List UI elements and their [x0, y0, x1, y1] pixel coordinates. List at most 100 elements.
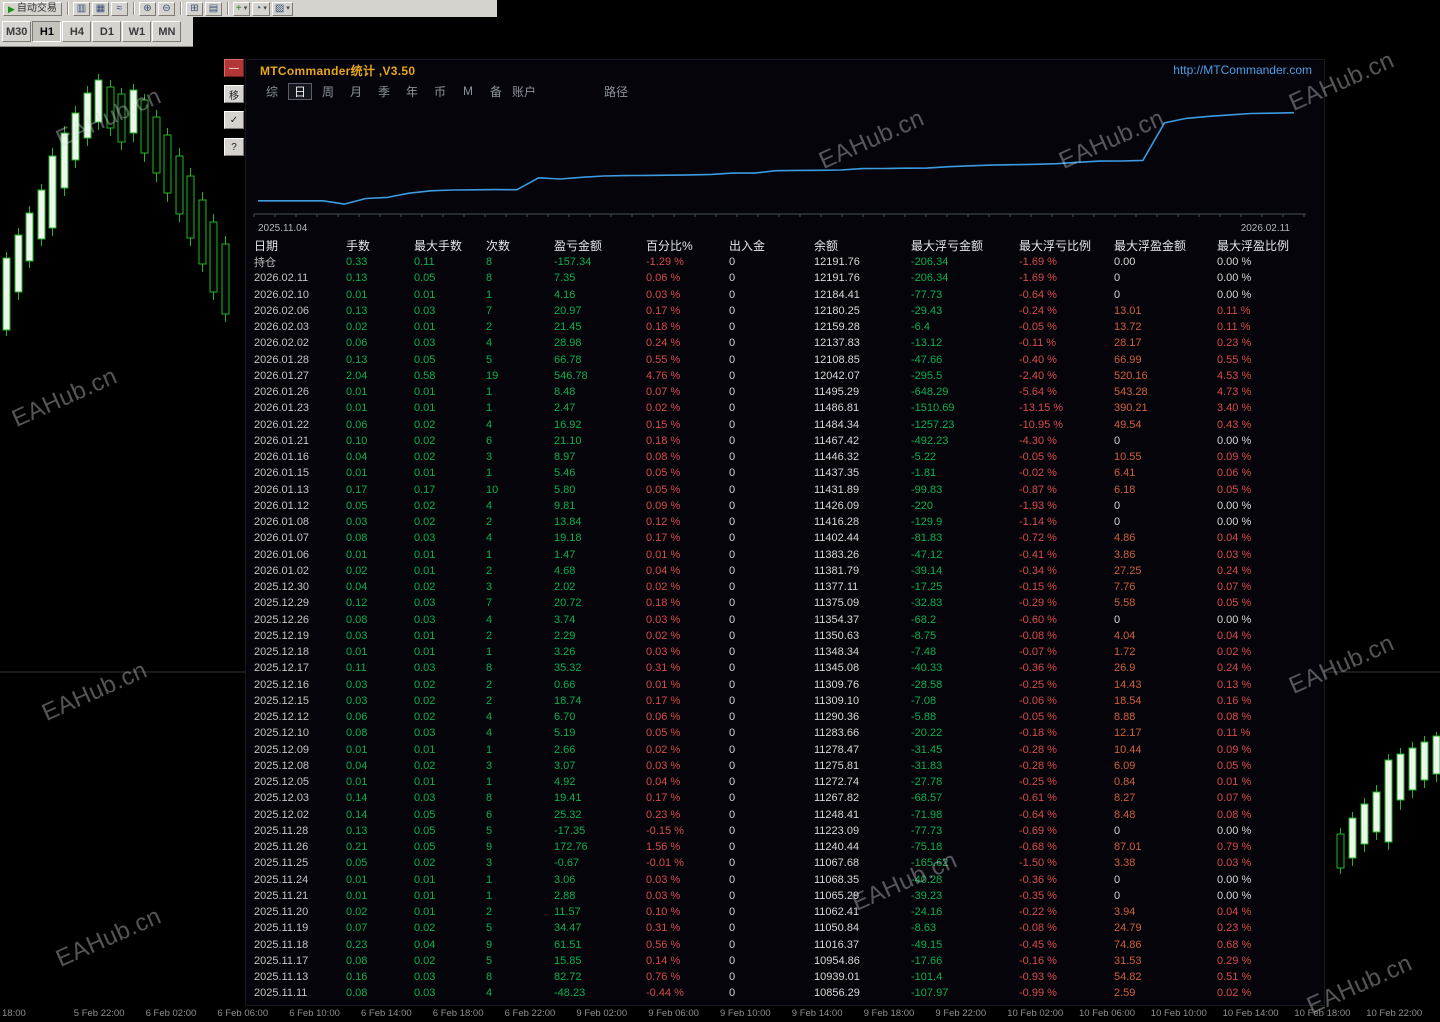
chevron-down-icon: ▾	[263, 4, 267, 12]
table-row[interactable]: 2025.12.17 0.11 0.03 8 35.32 0.31 % 0 11345.08 -…	[246, 660, 1324, 676]
table-row[interactable]: 2025.12.02 0.14 0.05 6 25.32 0.23 % 0 11248.41 -…	[246, 807, 1324, 823]
table-row[interactable]: 2026.01.27 2.04 0.58 19 546.78 4.76 % 0 12042.0…	[246, 368, 1324, 384]
zoom-out-icon[interactable]: ⊖	[157, 1, 175, 16]
tf-button-h4[interactable]: H4	[62, 21, 92, 42]
table-row[interactable]: 2026.02.02 0.06 0.03 4 28.98 0.24 % 0 12137.83 -…	[246, 335, 1324, 351]
panel-link[interactable]: http://MTCommander.com	[1173, 63, 1312, 77]
table-row[interactable]: 2025.11.21 0.01 0.01 1 2.88 0.03 % 0 11065.29 -3…	[246, 888, 1324, 904]
table-row[interactable]: 2025.12.15 0.03 0.02 2 18.74 0.17 % 0 11309.10 -…	[246, 693, 1324, 709]
table-cell: 0.03	[414, 987, 436, 1000]
table-cell: 0.00 %	[1217, 613, 1252, 626]
table-row[interactable]: 2026.01.26 0.01 0.01 1 8.48 0.07 % 0 11495.29 -6…	[246, 384, 1324, 400]
candlestick-icon[interactable]: ▦	[91, 1, 109, 16]
tab-币[interactable]: 币	[428, 83, 452, 100]
tf-button-w1[interactable]: W1	[122, 21, 152, 42]
table-row[interactable]: 2026.01.13 0.17 0.17 10 5.80 0.05 % 0 11431.89 -…	[246, 482, 1324, 498]
table-cell: 0.02	[414, 711, 436, 724]
tab-账户[interactable]: 账户	[512, 83, 536, 100]
table-row[interactable]: 2026.01.21 0.10 0.02 6 21.10 0.18 % 0 11467.42 -…	[246, 433, 1324, 449]
table-cell: 13.84	[554, 516, 582, 529]
table-row[interactable]: 2026.02.03 0.02 0.01 2 21.45 0.18 % 0 12159.28 -…	[246, 319, 1324, 335]
autotrading-button[interactable]: ▶ 自动交易	[3, 1, 62, 16]
table-cell: 2026.02.06	[254, 304, 310, 317]
table-row[interactable]: 2025.11.18 0.23 0.04 9 61.51 0.56 % 0 11016.37 -…	[246, 937, 1324, 953]
table-row[interactable]: 2026.01.08 0.03 0.02 2 13.84 0.12 % 0 11416.28 -…	[246, 514, 1324, 530]
zoom-in-icon[interactable]: ⊕	[138, 1, 156, 16]
table-row[interactable]: 2025.11.25 0.05 0.02 3 -0.67 -0.01 % 0 11067.68…	[246, 855, 1324, 871]
table-row[interactable]: 2026.01.28 0.13 0.05 5 66.78 0.55 % 0 12108.85 -…	[246, 352, 1324, 368]
tab-周[interactable]: 周	[316, 83, 340, 100]
tab-日[interactable]: 日	[288, 82, 312, 100]
table-row[interactable]: 2025.11.19 0.07 0.02 5 34.47 0.31 % 0 11050.84 -…	[246, 920, 1324, 936]
table-row[interactable]: 2025.12.16 0.03 0.02 2 0.66 0.01 % 0 11309.76 -2…	[246, 677, 1324, 693]
tab-M[interactable]: M	[456, 83, 480, 100]
tab-季[interactable]: 季	[372, 83, 396, 100]
template-icon[interactable]: ▨ ▾	[271, 1, 293, 16]
table-cell: 0.01	[414, 402, 436, 415]
table-cell: -77.73	[911, 288, 943, 301]
table-row[interactable]: 2026.01.22 0.06 0.02 4 16.92 0.15 % 0 11484.34 -…	[246, 417, 1324, 433]
table-row[interactable]: 2025.12.30 0.04 0.02 3 2.02 0.02 % 0 11377.11 -1…	[246, 579, 1324, 595]
tab-月[interactable]: 月	[344, 83, 368, 100]
tab-年[interactable]: 年	[400, 83, 424, 100]
periods-icon[interactable]: ◔ ▾	[252, 1, 270, 16]
tf-button-mn[interactable]: MN	[152, 21, 182, 42]
table-row[interactable]: 2025.11.28 0.13 0.05 5 -17.35 -0.15 % 0 11223.0…	[246, 823, 1324, 839]
table-row[interactable]: 2026.01.02 0.02 0.01 2 4.68 0.04 % 0 11381.79 -3…	[246, 563, 1324, 579]
table-row[interactable]: 2025.11.17 0.08 0.02 5 15.85 0.14 % 0 10954.86 -…	[246, 953, 1324, 969]
table-row[interactable]: 2025.12.09 0.01 0.01 1 2.66 0.02 % 0 11278.47 -3…	[246, 742, 1324, 758]
table-cell: 4.68	[554, 564, 576, 577]
table-row[interactable]: 2026.02.10 0.01 0.01 1 4.16 0.03 % 0 12184.41 -7…	[246, 287, 1324, 303]
table-cell: 8.27	[1114, 792, 1136, 805]
table-row[interactable]: 2025.11.20 0.02 0.01 2 11.57 0.10 % 0 11062.41 -…	[246, 904, 1324, 920]
table-cell: -13.15 %	[1019, 402, 1064, 415]
time-axis-label: 6 Feb 10:00	[289, 1008, 340, 1019]
tab-path[interactable]: 路径	[598, 83, 634, 100]
new-order-icon[interactable]: + ▾	[232, 1, 251, 16]
tf-button-m30[interactable]: M30	[2, 21, 32, 42]
table-row[interactable]: 2026.02.06 0.13 0.03 7 20.97 0.17 % 0 12180.25 -…	[246, 303, 1324, 319]
line-chart-icon[interactable]: ≈	[110, 1, 128, 16]
table-row[interactable]: 2025.11.13 0.16 0.03 8 82.72 0.76 % 0 10939.01 -…	[246, 969, 1324, 985]
table-row[interactable]: 2025.11.11 0.08 0.03 4 -48.23 -0.44 % 0 10856.2…	[246, 985, 1324, 1001]
table-row[interactable]: 2026.01.23 0.01 0.01 1 2.47 0.02 % 0 11486.81 -1…	[246, 400, 1324, 416]
table-row[interactable]: 持仓 0.33 0.11 8 -157.34 -1.29 % 0 12191.76 -206.3…	[246, 254, 1324, 270]
table-row[interactable]: 2025.12.18 0.01 0.01 1 3.26 0.03 % 0 11348.34 -7…	[246, 644, 1324, 660]
table-row[interactable]: 2025.12.08 0.04 0.02 3 3.07 0.03 % 0 11275.81 -3…	[246, 758, 1324, 774]
tab-综[interactable]: 综	[260, 83, 284, 100]
tile-windows-icon[interactable]: ⊞	[185, 1, 203, 16]
tf-button-h1[interactable]: H1	[32, 21, 62, 42]
table-row[interactable]: 2026.01.16 0.04 0.02 3 8.97 0.08 % 0 11446.32 -5…	[246, 449, 1324, 465]
table-cell: 12159.28	[814, 321, 860, 334]
move-button[interactable]: 移	[224, 85, 244, 103]
tab-备[interactable]: 备	[484, 83, 508, 100]
help-button[interactable]: ?	[224, 138, 244, 156]
table-cell: 0.03 %	[646, 288, 681, 301]
table-row[interactable]: 2025.12.03 0.14 0.03 8 19.41 0.17 % 0 11267.82 -…	[246, 790, 1324, 806]
table-row[interactable]: 2026.01.15 0.01 0.01 1 5.46 0.05 % 0 11437.35 -1…	[246, 465, 1324, 481]
table-row[interactable]: 2026.01.07 0.08 0.03 4 19.18 0.17 % 0 11402.44 -…	[246, 530, 1324, 546]
table-cell: 11275.81	[814, 759, 860, 772]
table-row[interactable]: 2026.02.11 0.13 0.05 8 7.35 0.06 % 0 12191.76 -2…	[246, 270, 1324, 286]
bar-chart-icon[interactable]: ▥	[72, 1, 90, 16]
table-row[interactable]: 2025.11.26 0.21 0.05 9 172.76 1.56 % 0 11240.44…	[246, 839, 1324, 855]
table-cell: 11426.09	[814, 499, 860, 512]
table-cell: 0.11	[346, 662, 367, 675]
table-row[interactable]: 2025.12.26 0.08 0.03 4 3.74 0.03 % 0 11354.37 -6…	[246, 612, 1324, 628]
table-row[interactable]: 2025.12.29 0.12 0.03 7 20.72 0.18 % 0 11375.09 -…	[246, 595, 1324, 611]
table-row[interactable]: 2025.12.19 0.03 0.01 2 2.29 0.02 % 0 11350.63 -8…	[246, 628, 1324, 644]
table-row[interactable]: 2025.12.05 0.01 0.01 1 4.92 0.04 % 0 11272.74 -2…	[246, 774, 1324, 790]
table-row[interactable]: 2026.01.06 0.01 0.01 1 1.47 0.01 % 0 11383.26 -4…	[246, 547, 1324, 563]
table-cell: 6	[486, 808, 493, 821]
minimize-button[interactable]: —	[224, 59, 244, 77]
tf-button-d1[interactable]: D1	[92, 21, 122, 42]
table-cell: 0.04 %	[1217, 532, 1252, 545]
table-row[interactable]: 2025.12.12 0.06 0.02 4 6.70 0.06 % 0 11290.36 -5…	[246, 709, 1324, 725]
panel-titlebar[interactable]: MTCommander统计 ,V3.50 http://MTCommander.…	[246, 60, 1324, 80]
table-row[interactable]: 2025.12.10 0.08 0.03 4 5.19 0.05 % 0 11283.66 -2…	[246, 725, 1324, 741]
table-row[interactable]: 2026.01.12 0.05 0.02 4 9.81 0.09 % 0 11426.09 -2…	[246, 498, 1324, 514]
check-button[interactable]: ✓	[224, 111, 244, 129]
table-row[interactable]: 2025.11.24 0.01 0.01 1 3.06 0.03 % 0 11068.35 -4…	[246, 872, 1324, 888]
grid-icon[interactable]: ▤	[204, 1, 222, 16]
table-cell: -0.68 %	[1019, 841, 1057, 854]
